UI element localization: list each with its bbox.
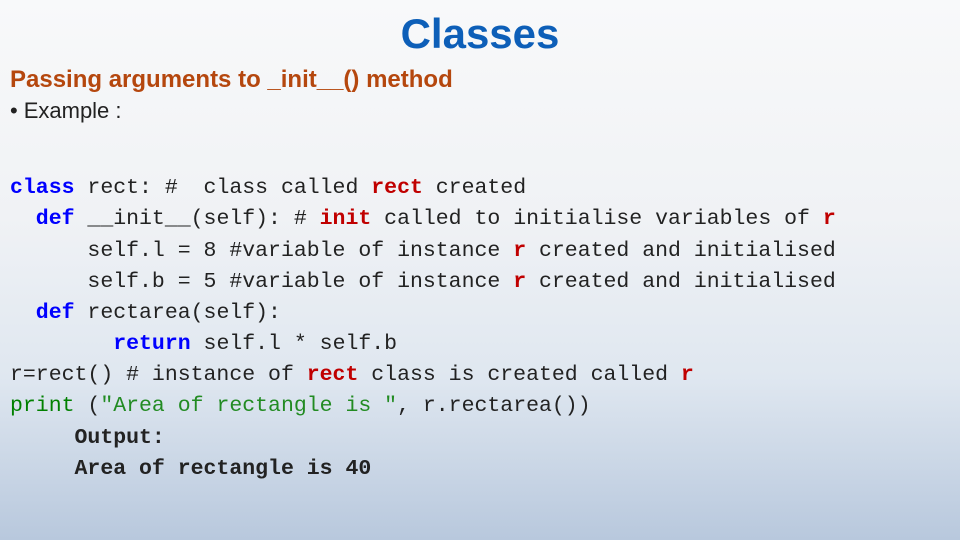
code-text: , r.rectarea()) (397, 394, 591, 418)
code-line-7: r=rect() # instance of rect class is cre… (10, 363, 694, 387)
kw-r: r (823, 207, 836, 231)
code-line-6: return self.l * self.b (10, 332, 397, 356)
code-line-3: self.l = 8 #variable of instance r creat… (10, 239, 836, 263)
output-value: Area of rectangle is 40 (10, 457, 371, 481)
bullet-example: •Example : (0, 96, 960, 138)
code-text: class is created called (358, 363, 681, 387)
code-line-5: def rectarea(self): (10, 301, 281, 325)
kw-print: print (10, 394, 75, 418)
kw-init: init (320, 207, 372, 231)
code-line-2: def __init__(self): # init called to ini… (10, 207, 836, 231)
kw-def: def (10, 301, 87, 325)
kw-class: class (10, 176, 75, 200)
kw-rect: rect (371, 176, 423, 200)
kw-r: r (513, 239, 526, 263)
kw-def: def (10, 207, 75, 231)
section-subtitle: Passing arguments to _init__() method (0, 58, 960, 96)
code-text: __init__(self): # (75, 207, 320, 231)
code-block: class rect: # class called rect created … (0, 138, 960, 485)
code-text: created and initialised (526, 239, 836, 263)
code-text: r=rect() # instance of (10, 363, 307, 387)
bullet-text: Example : (24, 98, 122, 123)
code-text: self.l = 8 #variable of instance (10, 239, 513, 263)
code-text: created (423, 176, 526, 200)
kw-r: r (681, 363, 694, 387)
bullet-dot-icon: • (10, 98, 18, 124)
string-literal: "Area of rectangle is " (100, 394, 397, 418)
code-text: ( (75, 394, 101, 418)
code-line-1: class rect: # class called rect created (10, 176, 526, 200)
code-text: called to initialise variables of (371, 207, 823, 231)
output-label: Output: (10, 426, 165, 450)
kw-return: return (10, 332, 191, 356)
code-text: self.b = 5 #variable of instance (10, 270, 513, 294)
slide-title: Classes (0, 0, 960, 58)
code-text: self.l * self.b (191, 332, 397, 356)
kw-r: r (513, 270, 526, 294)
code-text: rectarea(self): (87, 301, 281, 325)
code-line-8: print ("Area of rectangle is ", r.rectar… (10, 394, 591, 418)
code-text: created and initialised (526, 270, 836, 294)
code-line-4: self.b = 5 #variable of instance r creat… (10, 270, 836, 294)
code-text: rect: # class called (75, 176, 372, 200)
kw-rect: rect (307, 363, 359, 387)
